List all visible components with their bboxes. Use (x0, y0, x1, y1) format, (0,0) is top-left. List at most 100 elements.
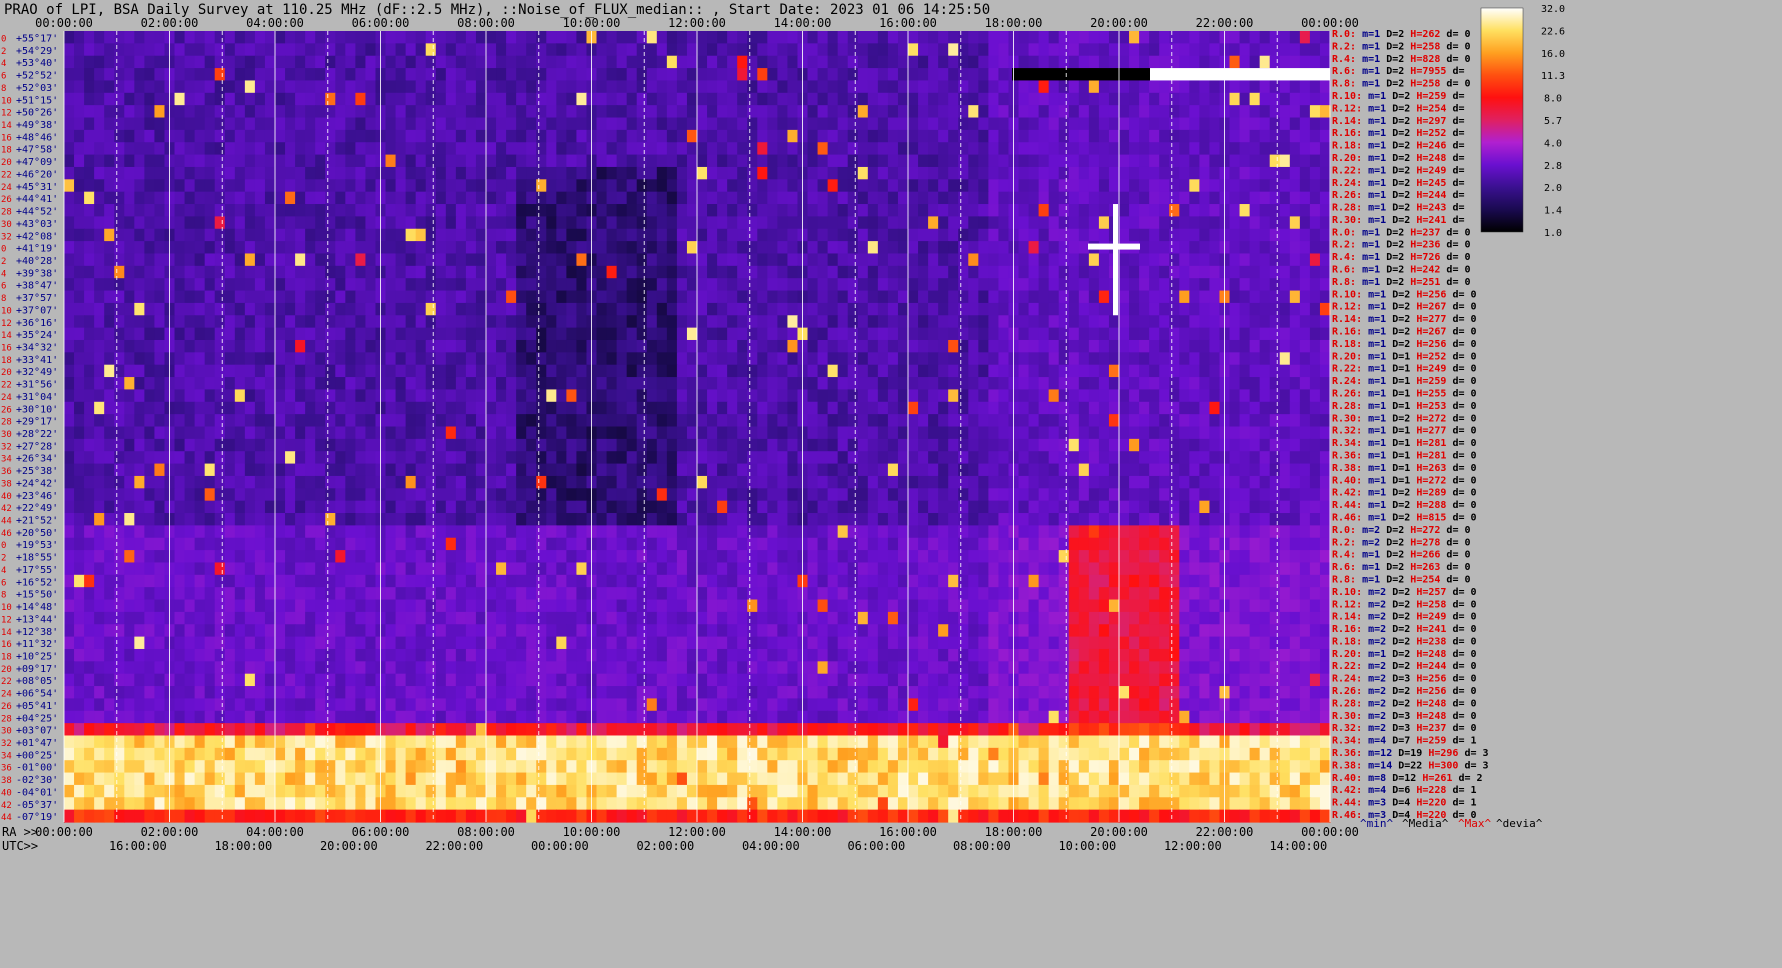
heat-cell (697, 488, 708, 502)
heat-cell (1088, 55, 1100, 69)
heat-cell (395, 31, 407, 44)
heat-cell (214, 179, 226, 193)
heat-cell (757, 475, 768, 489)
heat-cell (837, 315, 849, 329)
heat-cell (335, 191, 346, 205)
heat-cell (988, 414, 1000, 428)
heat-cell (114, 105, 125, 119)
heat-cell (887, 191, 899, 205)
heat-cell (817, 414, 829, 428)
heat-cell (345, 327, 356, 341)
heat-cell (646, 401, 658, 415)
heat-cell (506, 364, 517, 378)
heat-cell (1249, 31, 1261, 44)
heat-cell (1149, 154, 1160, 168)
heat-cell (395, 364, 407, 378)
heat-cell (104, 253, 115, 267)
heat-cell (1299, 364, 1311, 378)
heat-cell (154, 154, 166, 168)
heat-cell (1189, 43, 1200, 57)
heat-cell (827, 55, 839, 69)
heat-cell (1189, 500, 1200, 514)
heat-cell (315, 438, 326, 452)
heat-cell (224, 105, 236, 119)
heat-cell (395, 377, 407, 391)
heat-cell (887, 475, 899, 489)
heat-cell (315, 204, 326, 217)
heat-cell (385, 265, 397, 279)
heat-cell (646, 216, 658, 230)
heat-cell (827, 352, 839, 366)
heat-cell (254, 265, 266, 279)
heat-cell (887, 31, 899, 44)
heat-cell (777, 154, 789, 168)
heat-cell (817, 401, 829, 415)
heat-cell (1309, 352, 1321, 366)
heat-cell (114, 166, 125, 180)
heat-cell (285, 142, 296, 156)
heat-cell (144, 204, 156, 217)
heat-cell (1149, 327, 1160, 341)
heat-cell (506, 389, 517, 403)
heat-cell (174, 327, 186, 341)
heat-cell (546, 426, 557, 440)
heat-cell (285, 228, 296, 242)
heat-cell (787, 228, 799, 242)
heat-cell (1179, 228, 1190, 242)
heat-cell (837, 105, 849, 119)
heat-cell (1129, 389, 1140, 403)
heat-cell (204, 389, 216, 403)
heat-cell (666, 438, 678, 452)
heat-cell (596, 191, 608, 205)
heat-cell (1189, 166, 1200, 180)
heat-cell (415, 389, 427, 403)
heat-cell (616, 327, 628, 341)
heat-cell (897, 154, 909, 168)
heat-cell (1209, 241, 1221, 255)
heat-cell (737, 80, 748, 94)
heat-cell (837, 117, 849, 131)
heat-cell (847, 290, 859, 304)
heat-cell (1269, 364, 1281, 378)
heat-cell (254, 302, 266, 316)
heat-cell (425, 241, 437, 255)
heat-cell (254, 414, 266, 428)
heat-cell (1058, 253, 1070, 267)
heat-cell (596, 500, 608, 514)
heat-cell (897, 105, 909, 119)
heat-cell (1129, 500, 1140, 514)
heat-cell (295, 43, 306, 57)
heat-cell (295, 204, 306, 217)
heat-cell (1309, 31, 1321, 44)
heat-cell (335, 438, 346, 452)
heat-cell (335, 154, 346, 168)
heat-cell (747, 92, 758, 106)
heat-cell (1209, 179, 1221, 193)
heat-cell (596, 129, 608, 143)
heat-cell (1169, 451, 1180, 465)
heat-cell (134, 315, 145, 329)
heat-cell (1279, 451, 1291, 465)
heat-cell (606, 389, 618, 403)
heat-cell (204, 302, 216, 316)
heat-cell (1189, 488, 1200, 502)
heat-cell (1239, 278, 1251, 292)
heat-cell (385, 438, 397, 452)
heat-cell (1068, 129, 1080, 143)
heat-cell (1048, 278, 1060, 292)
heat-cell (385, 389, 397, 403)
heat-cell (767, 513, 778, 526)
heat-cell (707, 377, 718, 391)
heat-cell (938, 364, 949, 378)
heat-cell (234, 142, 246, 156)
heat-cell (978, 377, 989, 391)
heat-cell (465, 414, 477, 428)
heat-cell (1269, 475, 1281, 489)
heat-cell (867, 302, 879, 316)
heat-cell (596, 154, 608, 168)
heat-cell (74, 43, 85, 57)
heat-cell (74, 463, 85, 477)
heat-cell (1209, 204, 1221, 217)
heat-cell (707, 154, 718, 168)
heat-cell (596, 68, 608, 82)
